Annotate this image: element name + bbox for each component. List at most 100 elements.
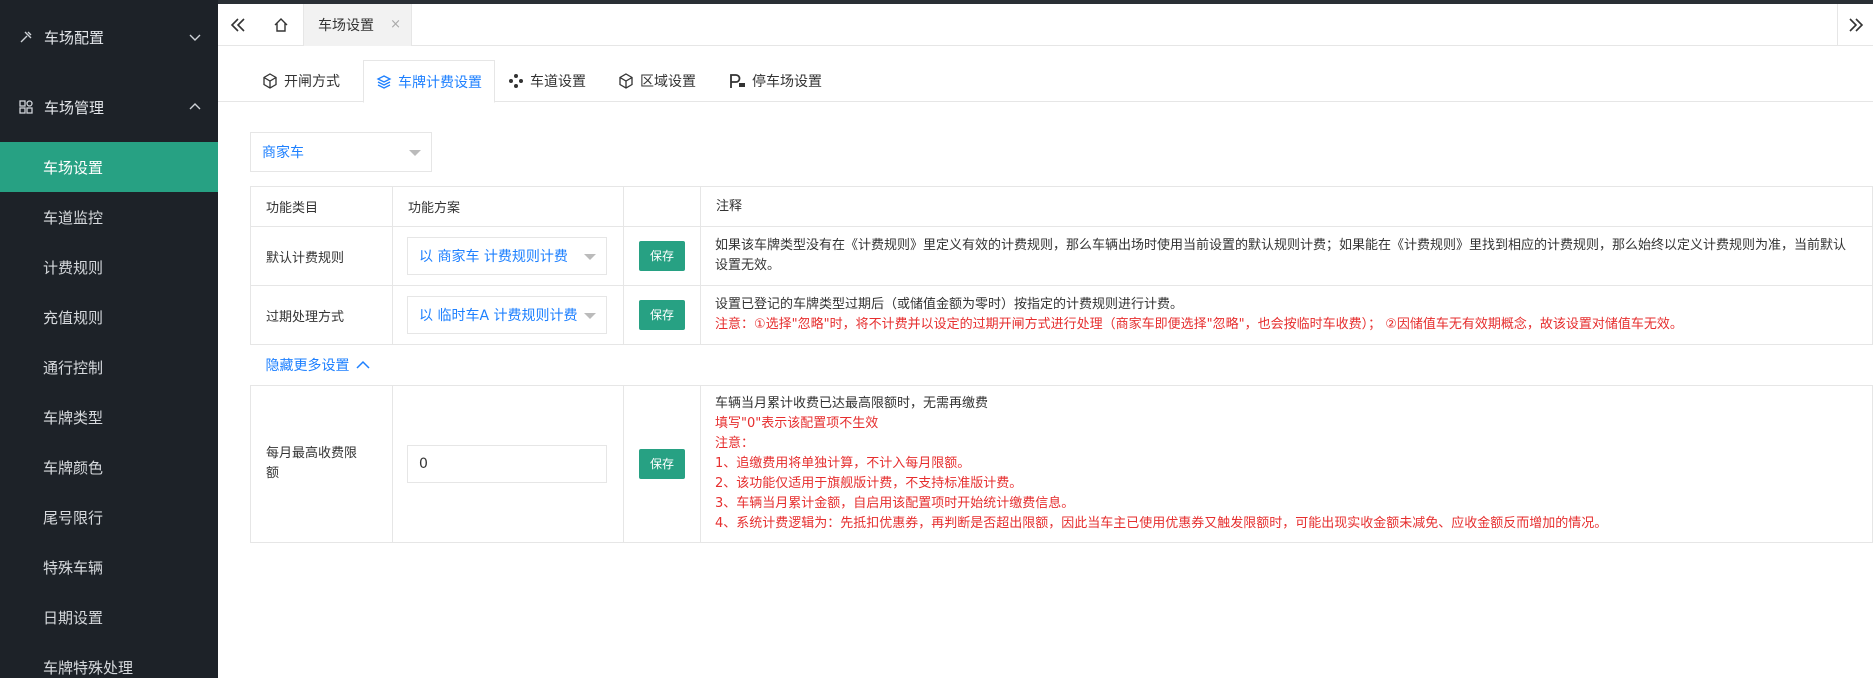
save-expired-rule-button[interactable]: 保存	[639, 300, 685, 330]
sidebar-item-lane-monitor[interactable]: 车道监控	[0, 192, 218, 242]
save-monthly-cap-button[interactable]: 保存	[639, 449, 685, 479]
sidebar-item-recharge-rules[interactable]: 充值规则	[0, 292, 218, 342]
tools-icon	[18, 29, 34, 45]
row-note-warning: 2、该功能仅适用于旗舰版计费，不支持标准版计费。	[715, 476, 1023, 491]
subtab-plate-billing[interactable]: 车牌计费设置	[363, 60, 495, 103]
home-icon	[274, 18, 287, 32]
subtab-label: 区域设置	[640, 74, 696, 90]
hide-more-settings-link[interactable]: 隐藏更多设置	[251, 355, 1873, 375]
tab-lot-settings[interactable]: 车场设置 ×	[304, 4, 412, 46]
cube-icon	[263, 73, 277, 89]
monthly-cap-input[interactable]: 0	[407, 445, 607, 483]
double-chevron-left-icon	[230, 18, 245, 32]
billing-settings-panel: 商家车 功能类目 功能方案 注释 默认计费规则 以 商家车 计费规则计费 保存 …	[250, 132, 1873, 543]
chevron-down-icon	[189, 34, 201, 41]
chevron-up-icon	[355, 360, 370, 369]
row-note-warning: 1、追缴费用将单独计算，不计入每月限额。	[715, 456, 971, 471]
parking-icon	[730, 74, 745, 88]
sidebar-item-label: 通行控制	[43, 358, 104, 377]
column-header-category: 功能类目	[250, 186, 393, 227]
sidebar-item-plate-special-handling[interactable]: 车牌特殊处理	[0, 642, 218, 678]
subtab-label: 车牌计费设置	[398, 74, 482, 91]
home-tab[interactable]	[258, 4, 304, 46]
row-note-warning: 填写"0"表示该配置项不生效	[715, 416, 879, 431]
sidebar-group-label: 车场管理	[44, 98, 105, 117]
row-category: 默认计费规则	[250, 226, 393, 286]
row-note-warning: 4、系统计费逻辑为：先抵扣优惠券，再判断是否超出限额，因此当车主已使用优惠券又触…	[715, 516, 1608, 531]
top-accent-line	[218, 0, 1873, 4]
monthly-cap-input-value: 0	[419, 456, 428, 472]
save-default-rule-button[interactable]: 保存	[639, 241, 685, 271]
expired-rule-select-value: 以 临时车A 计费规则计费	[419, 308, 578, 324]
settings-subtabs: 开闸方式 车牌计费设置 车道设置 区域设置 停车场设置	[218, 46, 1873, 103]
chevron-up-icon	[189, 103, 201, 110]
toggle-label: 隐藏更多设置	[265, 358, 350, 374]
caret-down-icon	[584, 313, 596, 319]
subtab-zone-settings[interactable]: 区域设置	[618, 60, 696, 102]
sidebar-item-label: 车牌特殊处理	[43, 658, 134, 677]
table-row-monthly-cap: 每月最高收费限额 0 保存 车辆当月累计收费已达最高限额时，无需再缴费 填写"0…	[250, 385, 1873, 543]
sidebar-item-label: 计费规则	[43, 258, 104, 277]
top-tab-bar: 车场设置 ×	[218, 0, 1873, 46]
table-header-row: 功能类目 功能方案 注释	[250, 186, 1873, 227]
row-plan-cell: 0	[392, 385, 624, 543]
row-note-warning: 注意：	[715, 436, 755, 451]
subtab-lane-settings[interactable]: 车道设置	[508, 60, 586, 102]
toggle-cell: 隐藏更多设置	[250, 344, 1873, 386]
row-note: 如果该车牌类型没有在《计费规则》里定义有效的计费规则，那么车辆出场时使用当前设置…	[700, 226, 1873, 286]
default-rule-select-value: 以 商家车 计费规则计费	[419, 249, 568, 265]
row-note-cell: 设置已登记的车牌类型过期后（或储值金额为零时）按指定的计费规则进行计费。 注意：…	[700, 285, 1873, 345]
row-action-cell: 保存	[623, 385, 701, 543]
subtab-gate-mode[interactable]: 开闸方式	[262, 60, 340, 102]
sidebar-item-billing-rules[interactable]: 计费规则	[0, 242, 218, 292]
layers-icon	[376, 74, 392, 89]
billing-config-table: 功能类目 功能方案 注释 默认计费规则 以 商家车 计费规则计费 保存 如果该车…	[250, 186, 1873, 543]
plate-type-select[interactable]: 商家车	[250, 132, 432, 172]
row-category: 过期处理方式	[250, 285, 393, 345]
sidebar-group-lot-config[interactable]: 车场配置	[0, 2, 218, 72]
row-action-cell: 保存	[623, 226, 701, 286]
row-note: 车辆当月累计收费已达最高限额时，无需再缴费	[715, 396, 989, 411]
subtab-parking-settings[interactable]: 停车场设置	[728, 60, 822, 102]
sidebar-item-tail-number-limit[interactable]: 尾号限行	[0, 492, 218, 542]
sidebar-item-plate-colors[interactable]: 车牌颜色	[0, 442, 218, 492]
default-rule-select[interactable]: 以 商家车 计费规则计费	[407, 237, 607, 275]
sidebar-item-label: 特殊车辆	[43, 558, 104, 577]
sidebar-group-lot-management[interactable]: 车场管理	[0, 72, 218, 142]
sidebar-item-access-control[interactable]: 通行控制	[0, 342, 218, 392]
sidebar-item-label: 车牌类型	[43, 408, 104, 427]
double-chevron-right-icon	[1848, 18, 1863, 32]
sidebar-item-label: 充值规则	[43, 308, 104, 327]
sidebar-item-lot-settings[interactable]: 车场设置	[0, 142, 218, 192]
subtab-label: 开闸方式	[284, 74, 340, 90]
apps-icon	[18, 99, 34, 115]
sidebar-group-label: 车场配置	[44, 28, 105, 47]
sidebar-item-label: 车牌颜色	[43, 458, 104, 477]
sidebar-item-label: 日期设置	[43, 608, 104, 627]
column-header-note: 注释	[700, 186, 1873, 227]
row-note-warning: 注意：①选择"忽略"时，将不计费并以设定的过期开闸方式进行处理（商家车即便选择"…	[715, 317, 1683, 332]
network-icon	[509, 74, 523, 88]
sidebar: 车场配置 车场管理 车场设置 车道监控 计费规则 充值规则 通行控制 车牌类型 …	[0, 0, 218, 678]
sidebar-item-date-settings[interactable]: 日期设置	[0, 592, 218, 642]
expired-rule-select[interactable]: 以 临时车A 计费规则计费	[407, 296, 607, 334]
column-header-plan: 功能方案	[392, 186, 624, 227]
table-row-default-rule: 默认计费规则 以 商家车 计费规则计费 保存 如果该车牌类型没有在《计费规则》里…	[250, 226, 1873, 286]
row-note-cell: 车辆当月累计收费已达最高限额时，无需再缴费 填写"0"表示该配置项不生效 注意：…	[700, 385, 1873, 543]
caret-down-icon	[584, 254, 596, 260]
collapse-sidebar-button[interactable]	[218, 4, 258, 46]
sidebar-item-plate-types[interactable]: 车牌类型	[0, 392, 218, 442]
subtab-label: 车道设置	[530, 74, 586, 90]
row-plan-cell: 以 临时车A 计费规则计费	[392, 285, 624, 345]
box-icon	[619, 73, 633, 89]
close-icon[interactable]: ×	[390, 17, 401, 32]
caret-down-icon	[409, 150, 421, 156]
subtab-label: 停车场设置	[752, 74, 822, 90]
row-category: 每月最高收费限额	[250, 385, 393, 543]
row-note-warning: 3、车辆当月累计金额，自启用该配置项时开始统计缴费信息。	[715, 496, 1075, 511]
sidebar-item-special-vehicles[interactable]: 特殊车辆	[0, 542, 218, 592]
scroll-tabs-right-button[interactable]	[1837, 4, 1873, 46]
table-row-expired-handling: 过期处理方式 以 临时车A 计费规则计费 保存 设置已登记的车牌类型过期后（或储…	[250, 285, 1873, 345]
plate-type-select-value: 商家车	[262, 145, 304, 161]
row-plan-cell: 以 商家车 计费规则计费	[392, 226, 624, 286]
